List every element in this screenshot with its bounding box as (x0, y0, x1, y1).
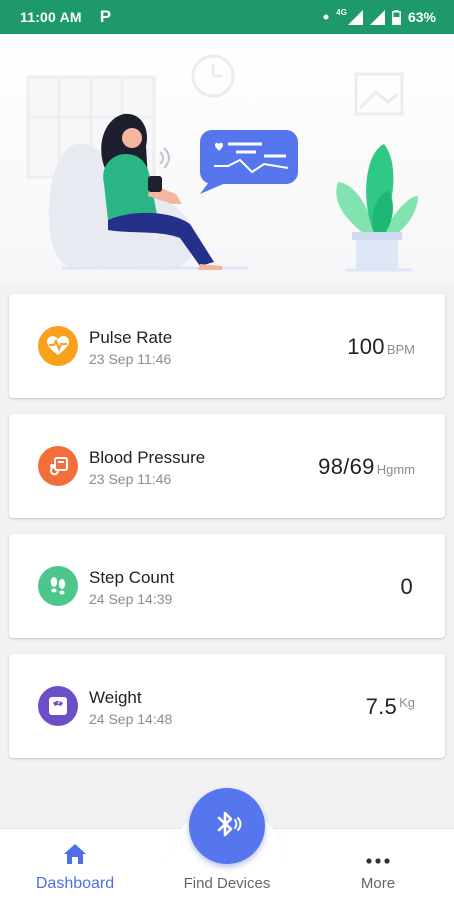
bluetooth-scan-button[interactable] (189, 788, 265, 864)
network-type-label: 4G (336, 7, 347, 17)
reading-number: 98/69 (318, 454, 375, 479)
signal-icon-secondary (369, 9, 385, 25)
reading-number: 7.5 (365, 694, 398, 719)
heart-rate-speech-bubble (200, 130, 298, 194)
reading-title: Step Count (89, 568, 175, 587)
blood-pressure-monitor-icon (38, 446, 78, 486)
reading-unit: BPM (386, 342, 415, 357)
parking-app-notification-icon: P (99, 7, 112, 26)
picture-frame-illustration (354, 72, 404, 116)
potted-plant-illustration (336, 144, 418, 270)
reading-title: Blood Pressure (89, 448, 206, 467)
blood-pressure-card[interactable]: Blood Pressure 23 Sep 11:46 98/69 Hgmm (9, 414, 445, 518)
battery-icon (392, 9, 401, 25)
reading-number: 0 (400, 574, 413, 599)
wall-clock-illustration (191, 54, 235, 98)
reading-timestamp: 23 Sep 11:46 (89, 351, 172, 367)
reading-value: 0 (400, 574, 415, 600)
battery-percent: 63% (407, 9, 436, 25)
status-bar: 11:00 AM P 4G 63% (0, 0, 454, 34)
weight-card[interactable]: Weight 24 Sep 14:48 7.5 Kg (9, 654, 445, 758)
more-dots-icon (366, 851, 390, 869)
reading-timestamp: 23 Sep 11:46 (89, 471, 172, 487)
reading-timestamp: 24 Sep 14:48 (89, 711, 173, 727)
reading-value: 7.5 Kg (366, 694, 415, 720)
status-time: 11:00 AM (20, 9, 82, 25)
tab-find-devices-label: Find Devices (183, 875, 271, 892)
tab-more[interactable]: More (328, 829, 428, 901)
pulse-rate-card[interactable]: Pulse Rate 23 Sep 11:46 100 BPM (9, 294, 445, 398)
tab-dashboard-label: Dashboard (35, 875, 115, 892)
dot-notification-icon (323, 14, 329, 20)
tab-dashboard[interactable]: Dashboard (20, 829, 130, 901)
reading-value: 98/69 Hgmm (318, 454, 415, 480)
signal-icon: 4G (336, 7, 363, 25)
reading-unit: Kg (399, 695, 415, 710)
reading-timestamp: 24 Sep 14:39 (89, 591, 173, 607)
reading-value: 100 BPM (347, 334, 415, 360)
tab-more-label: More (360, 875, 396, 892)
reading-unit: Hgmm (376, 462, 415, 477)
bluetooth-icon (210, 807, 244, 846)
footsteps-icon (38, 566, 78, 606)
reading-title: Weight (89, 688, 142, 707)
home-icon (63, 843, 87, 870)
step-count-card[interactable]: Step Count 24 Sep 14:39 0 (9, 534, 445, 638)
reading-title: Pulse Rate (89, 328, 173, 347)
heart-pulse-icon (38, 326, 78, 366)
weighing-scale-icon (38, 686, 78, 726)
reading-number: 100 (347, 334, 385, 359)
hero-illustration (0, 34, 454, 284)
